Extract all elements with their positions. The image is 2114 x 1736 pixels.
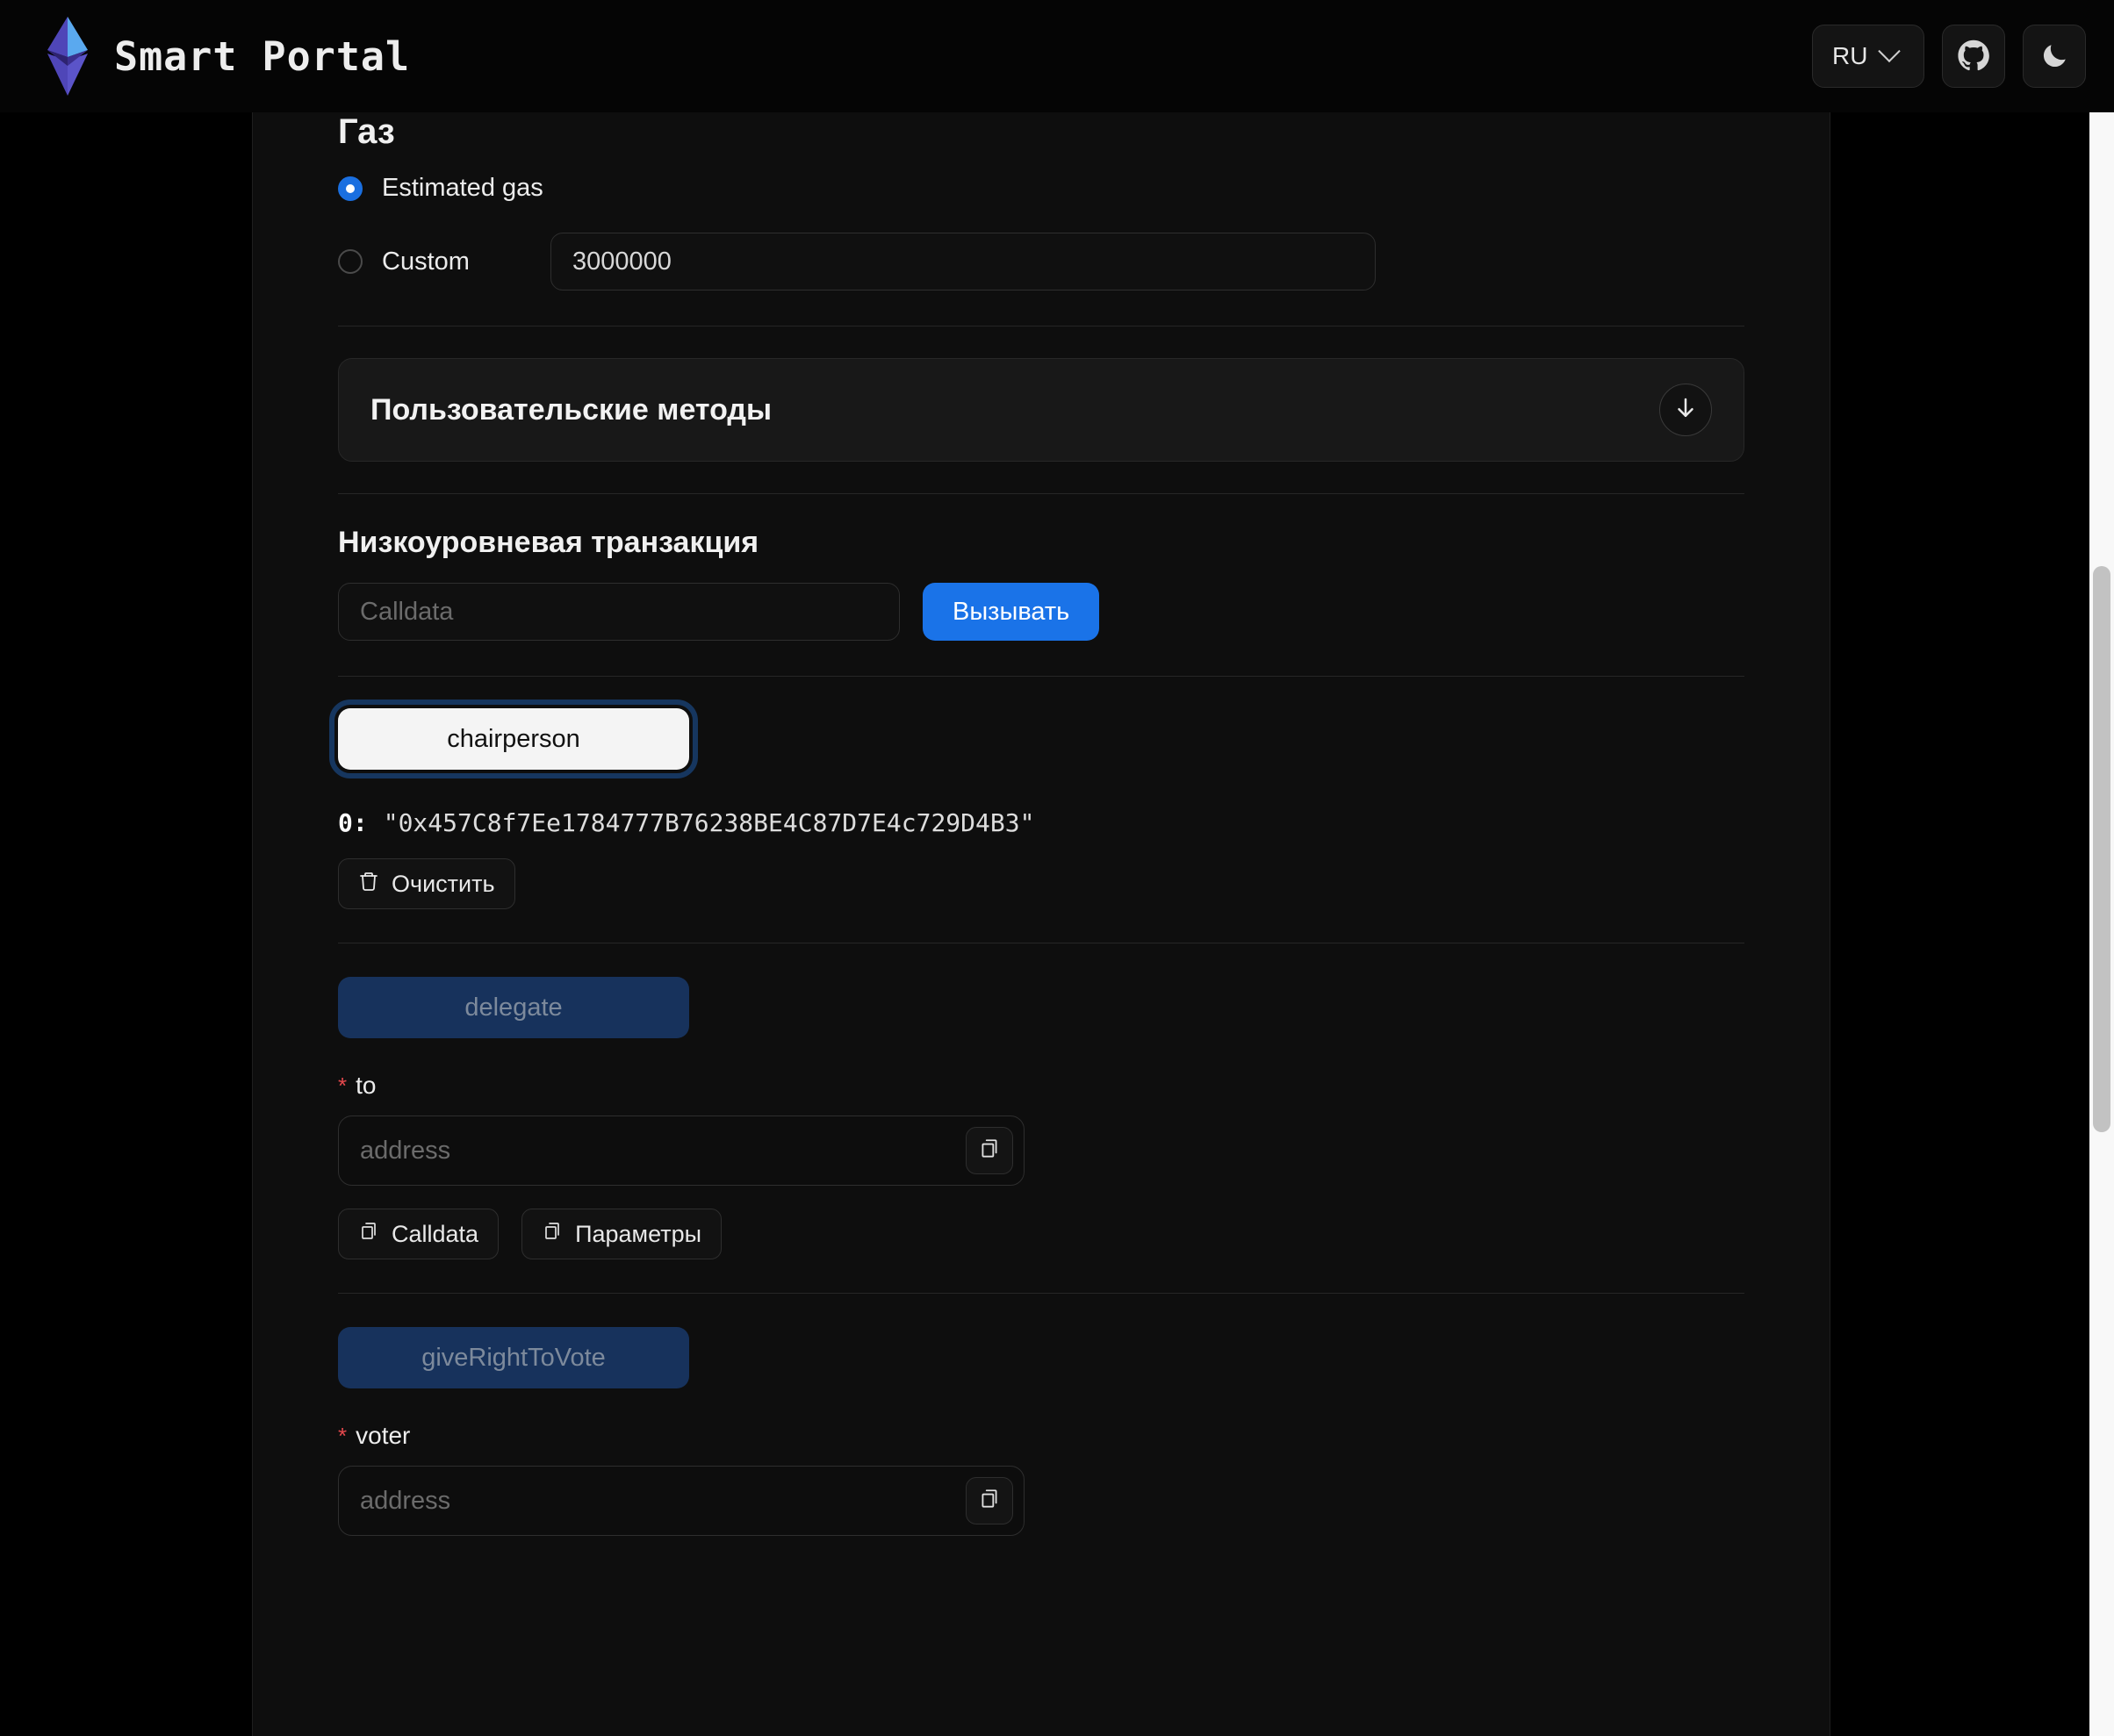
github-icon (1957, 39, 1990, 73)
gas-estimated-row[interactable]: Estimated gas (338, 174, 1789, 203)
low-level-heading: Низкоуровневая транзакция (338, 526, 759, 559)
language-select[interactable]: RU (1812, 25, 1924, 88)
param-to-input[interactable]: address (338, 1115, 1025, 1186)
chevron-down-icon (1878, 39, 1902, 63)
app-title: Smart Portal (114, 32, 411, 80)
gas-estimated-radio[interactable] (338, 176, 363, 201)
github-link-button[interactable] (1942, 25, 2005, 88)
param-voter-copy-button[interactable] (966, 1477, 1013, 1524)
gas-custom-row[interactable]: Custom 3000000 (338, 233, 1789, 291)
copy-icon (978, 1488, 1001, 1515)
method-giverighttovote-button[interactable]: giveRightToVote (338, 1327, 689, 1388)
param-voter-name: voter (356, 1422, 411, 1449)
param-voter-placeholder: address (360, 1486, 451, 1515)
param-to-placeholder: address (360, 1136, 451, 1165)
gas-heading: Газ (338, 112, 395, 151)
delegate-params-label: Параметры (575, 1220, 701, 1247)
gas-estimated-label: Estimated gas (382, 174, 543, 202)
low-level-call-button[interactable]: Вызывать (923, 583, 1100, 641)
contract-panel-inner: Газ Estimated gas Custom 3000000 Пользов… (253, 112, 1830, 1589)
method-giverighttovote: giveRightToVote (338, 1327, 1789, 1388)
method-chairperson-result: 0: "0x457C8f7Ee1784777B76238BE4C87D7E4c7… (338, 808, 1789, 837)
gas-custom-label: Custom (382, 247, 470, 276)
low-level-row: Calldata Вызывать (338, 583, 1789, 641)
method-delegate-button[interactable]: delegate (338, 977, 689, 1038)
method-chairperson-actions: Очистить (338, 858, 1789, 909)
delegate-params-button[interactable]: Параметры (521, 1209, 722, 1259)
page-scrollbar-thumb[interactable] (2093, 566, 2110, 1132)
app-header: Smart Portal RU (0, 0, 2114, 112)
moon-icon (2038, 40, 2070, 72)
language-value: RU (1832, 42, 1868, 69)
contract-panel: Газ Estimated gas Custom 3000000 Пользов… (252, 112, 1830, 1736)
custom-methods-panel[interactable]: Пользовательские методы (338, 358, 1744, 462)
param-to-name: to (356, 1072, 377, 1099)
delegate-action-row: Calldata Параметры (338, 1209, 1789, 1259)
result-value: "0x457C8f7Ee1784777B76238BE4C87D7E4c729D… (383, 808, 1035, 837)
result-index: 0: (338, 808, 368, 837)
param-to-copy-button[interactable] (966, 1127, 1013, 1174)
method-chairperson: chairperson (329, 699, 1789, 778)
header-actions: RU (1812, 25, 2086, 88)
copy-icon (978, 1137, 1001, 1165)
clear-result-label: Очистить (392, 870, 495, 897)
calldata-input-placeholder: Calldata (360, 597, 454, 626)
gas-custom-input[interactable]: 3000000 (550, 233, 1376, 291)
trash-icon (358, 871, 379, 898)
ethereum-diamond-icon (40, 15, 95, 97)
required-marker: * (338, 1423, 348, 1449)
delegate-calldata-button[interactable]: Calldata (338, 1209, 500, 1259)
calldata-input[interactable]: Calldata (338, 583, 900, 641)
gas-custom-radio[interactable] (338, 249, 363, 274)
method-delegate: delegate (338, 977, 1789, 1038)
clear-result-button[interactable]: Очистить (338, 858, 515, 909)
delegate-calldata-label: Calldata (392, 1220, 479, 1247)
theme-toggle-button[interactable] (2023, 25, 2086, 88)
app-root: Smart Portal RU Газ Estimated gas Custom… (0, 0, 2114, 1736)
custom-methods-expand-button[interactable] (1659, 384, 1712, 436)
arrow-down-icon (1672, 395, 1699, 426)
brand: Smart Portal (40, 15, 410, 97)
gas-custom-input-value: 3000000 (572, 247, 672, 276)
copy-icon (358, 1221, 379, 1248)
custom-methods-title: Пользовательские методы (370, 392, 773, 427)
param-voter-label: * voter (338, 1422, 1789, 1450)
param-to-label: * to (338, 1072, 1789, 1100)
required-marker: * (338, 1072, 348, 1099)
method-chairperson-button[interactable]: chairperson (329, 699, 698, 778)
param-voter-input[interactable]: address (338, 1466, 1025, 1536)
copy-icon (542, 1221, 563, 1248)
page-scrollbar[interactable] (2089, 112, 2114, 1736)
